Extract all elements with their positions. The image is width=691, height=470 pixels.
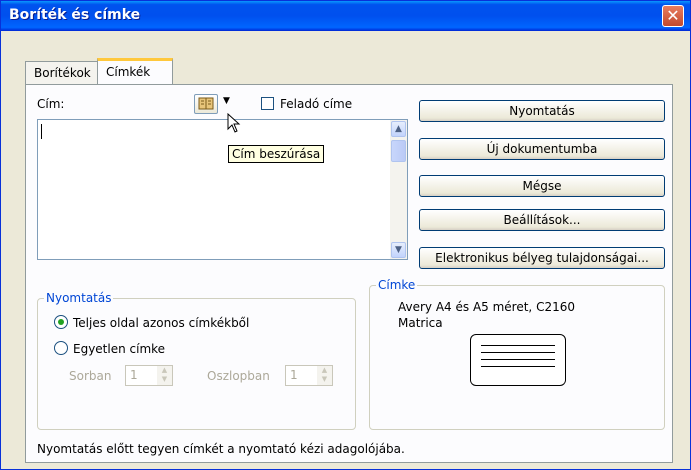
mouse-cursor-icon <box>227 113 241 133</box>
status-message: Nyomtatás előtt tegyen címkét a nyomtató… <box>37 442 405 456</box>
label-preview-icon[interactable] <box>470 334 566 386</box>
return-address-checkbox[interactable] <box>261 97 274 110</box>
scroll-down-icon[interactable]: ▼ <box>391 242 406 258</box>
scroll-thumb[interactable] <box>391 140 406 162</box>
tab-labels[interactable]: Címkék <box>97 58 173 84</box>
label-description: Avery A4 és A5 méret, C2160 <box>398 300 575 314</box>
tab-envelopes[interactable]: Borítékok <box>25 61 98 85</box>
spinner-arrows-icon[interactable]: ▲ ▼ <box>317 366 332 385</box>
return-address-label: Feladó címe <box>280 97 353 111</box>
envelopes-labels-dialog: Boríték és címke ✕ Borítékok Címkék Cím:… <box>0 0 691 470</box>
chevron-down-icon[interactable]: ▼ <box>223 96 230 106</box>
label-preview-line <box>481 366 555 367</box>
options-button-label: Beállítások... <box>503 213 581 227</box>
full-page-radio[interactable] <box>54 315 68 329</box>
new-document-button-label: Új dokumentumba <box>486 142 598 156</box>
column-label: Oszlopban <box>207 369 270 383</box>
column-value: 1 <box>290 368 298 382</box>
tab-labels-label: Címkék <box>106 65 151 79</box>
cancel-button-label: Mégse <box>522 179 562 193</box>
text-caret <box>41 124 42 139</box>
column-spinner[interactable]: 1 ▲ ▼ <box>285 365 333 386</box>
new-document-button[interactable]: Új dokumentumba <box>419 138 665 160</box>
label-preview-line <box>481 352 555 353</box>
tab-envelopes-label: Borítékok <box>34 66 91 80</box>
label-type: Matrica <box>398 316 443 330</box>
close-button[interactable]: ✕ <box>662 5 684 27</box>
close-icon: ✕ <box>666 6 680 25</box>
single-label-radio[interactable] <box>54 341 68 355</box>
options-button[interactable]: Beállítások... <box>419 209 665 231</box>
radio-selected-dot <box>58 319 64 325</box>
single-label-label: Egyetlen címke <box>73 342 166 356</box>
title-bar[interactable]: Boríték és címke ✕ <box>1 1 690 31</box>
spinner-arrows-icon[interactable]: ▲ ▼ <box>157 366 172 385</box>
row-value: 1 <box>130 368 138 382</box>
cancel-button[interactable]: Mégse <box>419 175 665 197</box>
print-group-title: Nyomtatás <box>44 291 114 305</box>
insert-address-tooltip: Cím beszúrása <box>228 145 325 163</box>
address-textarea[interactable]: ▲ ▼ <box>37 119 408 260</box>
estamp-properties-button-label: Elektronikus bélyeg tulajdonságai... <box>435 251 649 265</box>
address-scrollbar[interactable]: ▲ ▼ <box>390 120 407 259</box>
address-label: Cím: <box>37 97 65 111</box>
address-book-icon <box>198 97 214 110</box>
label-preview-line <box>481 359 555 360</box>
label-preview-line <box>481 345 555 346</box>
label-group-title: Címke <box>376 278 418 292</box>
print-button[interactable]: Nyomtatás <box>419 100 665 122</box>
full-page-label: Teljes oldal azonos címkékből <box>73 316 250 330</box>
estamp-properties-button[interactable]: Elektronikus bélyeg tulajdonságai... <box>419 247 665 269</box>
row-label: Sorban <box>69 369 112 383</box>
print-button-label: Nyomtatás <box>509 104 575 118</box>
window-title: Boríték és címke <box>9 7 141 23</box>
insert-address-button[interactable] <box>194 94 218 114</box>
scroll-up-icon[interactable]: ▲ <box>391 121 406 137</box>
row-spinner[interactable]: 1 ▲ ▼ <box>125 365 173 386</box>
